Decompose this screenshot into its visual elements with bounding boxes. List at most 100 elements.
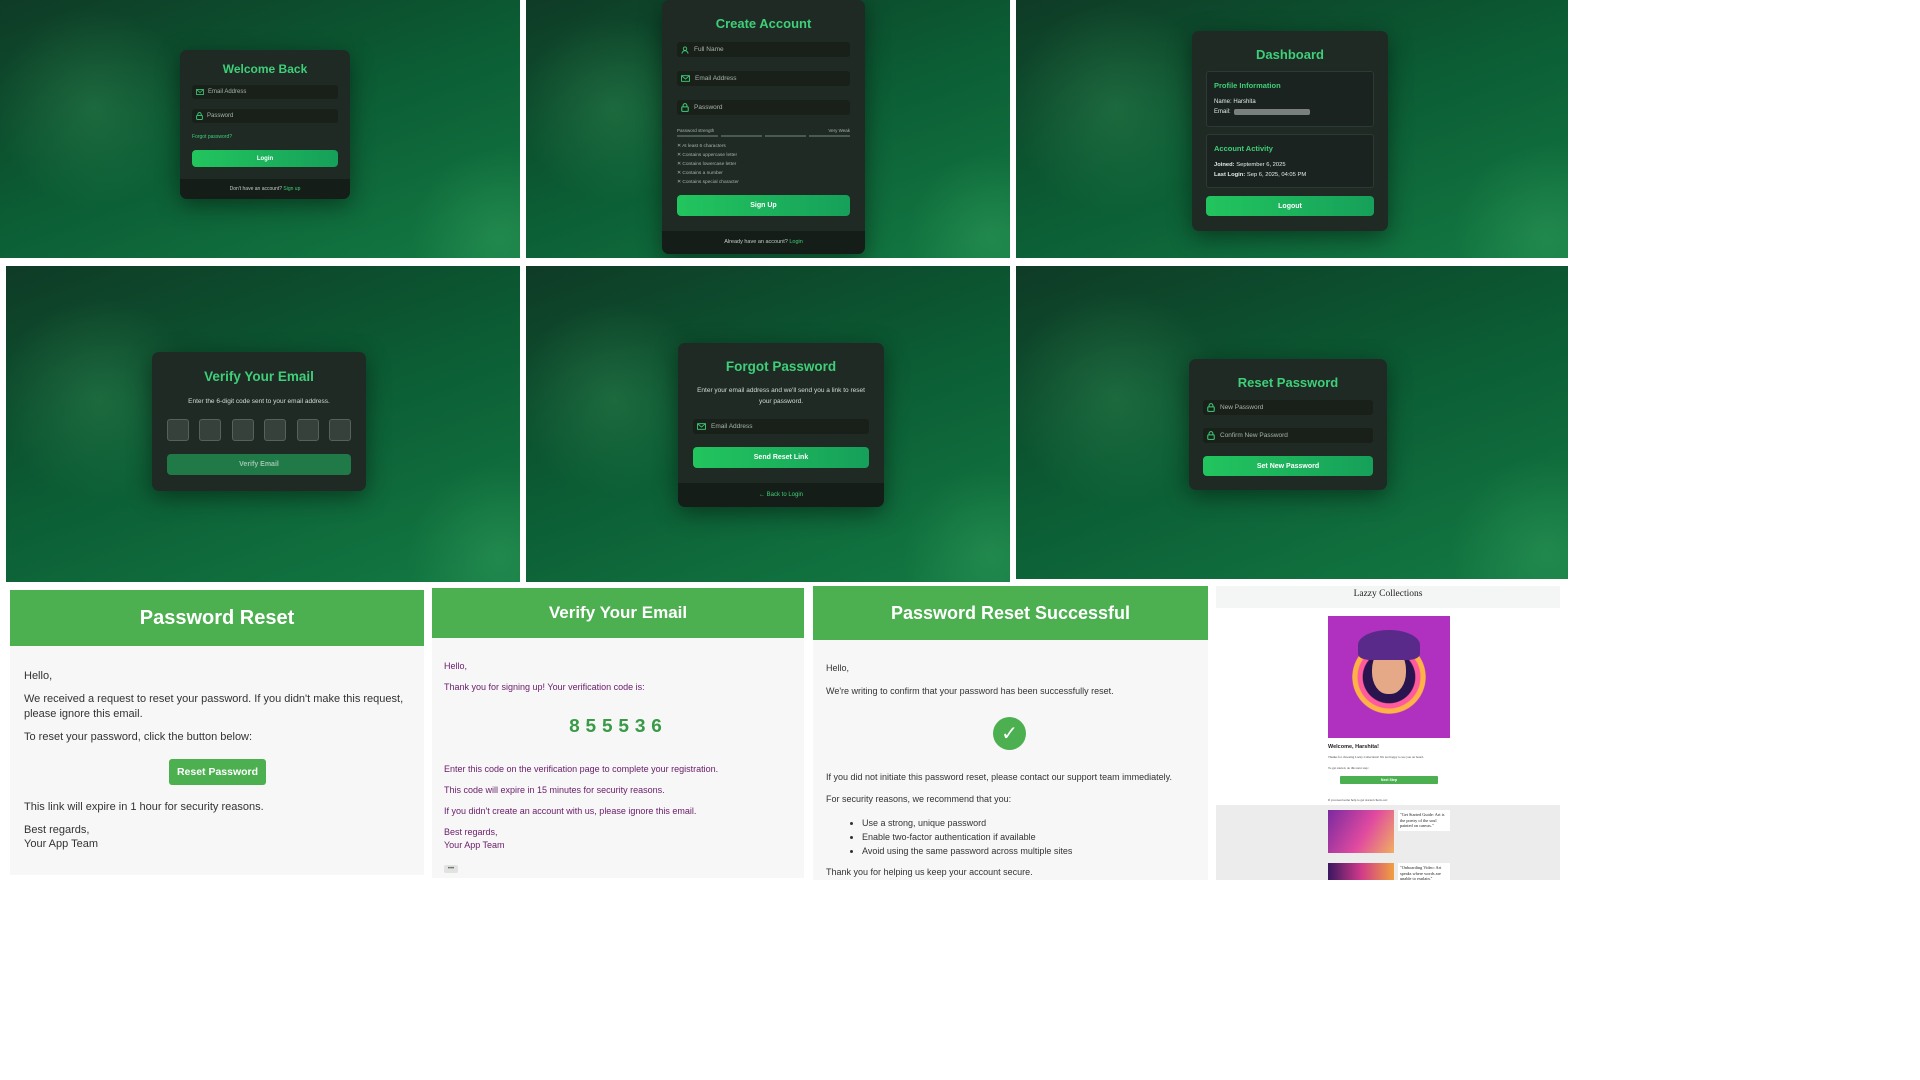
otp-digit-input[interactable] — [296, 419, 319, 441]
email-paragraph: For security reasons, we recommend that … — [826, 794, 1012, 804]
hero-artwork-image — [1328, 616, 1450, 738]
x-icon: ✕ — [677, 171, 682, 176]
strength-segment — [765, 135, 806, 137]
login-button[interactable]: Login — [192, 150, 338, 167]
email-greeting: Hello, — [444, 661, 468, 671]
password-reset-email: Password Reset Hello, We received a requ… — [10, 590, 424, 875]
forgot-password-link[interactable]: Forgot password? — [192, 134, 232, 140]
forgot-email-field[interactable]: Email Address — [693, 419, 869, 434]
strength-label: Password strength — [677, 128, 715, 133]
x-icon: ✕ — [677, 180, 682, 185]
video-thumbnail-image — [1328, 863, 1394, 880]
forgot-footer: ← Back to Login — [678, 483, 884, 507]
email-greeting: Hello, — [826, 663, 850, 673]
otp-digit-input[interactable] — [328, 419, 351, 441]
profile-email: Email: — [1214, 109, 1310, 115]
profile-section: Profile Information Name: Harshita Email… — [1206, 71, 1374, 127]
confirm-password-field[interactable]: Confirm New Password — [1203, 428, 1373, 443]
forgot-subtitle: Enter your email address and we'll send … — [697, 387, 865, 405]
tip-item: Avoid using the same password across mul… — [862, 844, 1072, 858]
portrait-hair — [1358, 630, 1420, 660]
newsletter-next: To get started, do this next step: — [1328, 766, 1369, 770]
lock-icon — [196, 112, 203, 120]
dashboard-screen: Dashboard Profile Information Name: Hars… — [1016, 0, 1568, 258]
forgot-screen: Forgot Password Enter your email address… — [526, 266, 1010, 582]
new-password-placeholder: New Password — [1220, 404, 1264, 411]
reset-success-email: Password Reset Successful Hello, We're w… — [813, 586, 1208, 880]
email-paragraph: We're writing to confirm that your passw… — [826, 686, 1114, 696]
x-icon: ✕ — [677, 162, 682, 167]
guide-quote[interactable]: "Get Started Guide: Art is the poetry of… — [1398, 810, 1450, 831]
signup-link[interactable]: Sign up — [283, 186, 300, 192]
otp-digit-input[interactable] — [264, 419, 287, 441]
tip-item: Enable two-factor authentication if avai… — [862, 830, 1072, 844]
email-paragraph: This code will expire in 15 minutes for … — [444, 785, 665, 795]
login-link[interactable]: Login — [789, 239, 802, 245]
signup-email-field[interactable]: Email Address — [677, 71, 850, 86]
redacted-email — [1233, 109, 1310, 115]
login-card: Welcome Back Email Address Password Forg… — [180, 50, 350, 199]
signup-footer: Already have an account? Login — [662, 231, 865, 254]
more-button[interactable]: ••• — [444, 865, 458, 873]
tip-item: Use a strong, unique password — [862, 816, 1072, 830]
fullname-placeholder: Full Name — [694, 46, 724, 53]
requirement-item: ✕ At least 6 characters — [677, 144, 726, 149]
signup-title: Create Account — [715, 16, 812, 31]
email-signoff: Your App Team — [444, 840, 505, 850]
requirement-item: ✕ Contains uppercase letter — [677, 153, 738, 158]
new-password-field[interactable]: New Password — [1203, 400, 1373, 415]
verify-email-button[interactable]: Verify Email — [167, 454, 351, 475]
set-new-password-button[interactable]: Set New Password — [1203, 456, 1373, 476]
requirement-item: ✕ Contains lowercase letter — [677, 162, 737, 167]
mail-icon — [697, 423, 706, 430]
otp-digit-input[interactable] — [167, 419, 189, 441]
login-title: Welcome Back — [222, 62, 308, 76]
verification-email: Verify Your Email Hello, Thank you for s… — [432, 588, 804, 878]
fullname-field[interactable]: Full Name — [677, 42, 850, 57]
login-email-placeholder: Email Address — [208, 89, 247, 95]
requirement-item: ✕ Contains a number — [677, 171, 723, 176]
email-paragraph: This link will expire in 1 hour for secu… — [24, 801, 264, 813]
signup-password-placeholder: Password — [694, 104, 723, 111]
email-header: Password Reset Successful — [813, 586, 1208, 640]
user-icon — [681, 46, 689, 54]
signup-card: Create Account Full Name Email Address P… — [662, 0, 865, 254]
send-reset-link-button[interactable]: Send Reset Link — [693, 447, 869, 468]
next-step-button[interactable]: Next Step — [1340, 776, 1438, 784]
login-email-field[interactable]: Email Address — [192, 85, 338, 99]
email-paragraph: Thank you for helping us keep your accou… — [826, 867, 1033, 877]
password-requirements: ✕ At least 6 characters ✕ Contains upper… — [677, 142, 739, 187]
reset-password-button[interactable]: Reset Password — [169, 759, 266, 785]
otp-inputs — [167, 419, 351, 441]
email-paragraph: To reset your password, click the button… — [24, 731, 253, 743]
joined-date: Joined: September 6, 2025 — [1214, 162, 1286, 168]
newsletter-brand: Lazzy Collections — [1216, 586, 1560, 608]
login-password-field[interactable]: Password — [192, 109, 338, 123]
x-icon: ✕ — [677, 144, 682, 149]
login-footer-text: Don't have an account? — [229, 186, 283, 192]
email-header: Password Reset — [10, 590, 424, 646]
lock-icon — [1207, 403, 1215, 412]
email-paragraph: If you did not initiate this password re… — [826, 772, 1173, 782]
email-header: Verify Your Email — [432, 588, 804, 638]
strength-segment — [677, 135, 718, 137]
verification-code: 855536 — [568, 716, 668, 738]
newsletter-intro: Thanks for choosing Lazzy Collections! W… — [1328, 755, 1424, 759]
mail-icon — [196, 89, 204, 95]
login-footer: Don't have an account? Sign up — [180, 179, 350, 199]
logout-button[interactable]: Logout — [1206, 196, 1374, 216]
dashboard-title: Dashboard — [1256, 47, 1324, 62]
login-screen: Welcome Back Email Address Password Forg… — [0, 0, 520, 258]
otp-digit-input[interactable] — [199, 419, 222, 441]
strength-meter — [677, 135, 850, 137]
forgot-title: Forgot Password — [725, 359, 837, 374]
back-to-login-link[interactable]: ← Back to Login — [759, 492, 803, 498]
video-quote[interactable]: "Onboarding Video: Art speaks where word… — [1398, 863, 1450, 880]
welcome-newsletter: Lazzy Collections Welcome, Harshita! Tha… — [1216, 586, 1560, 880]
newsletter-help: If you need some help to get started che… — [1328, 798, 1388, 802]
otp-digit-input[interactable] — [231, 419, 254, 441]
signup-button[interactable]: Sign Up — [677, 195, 850, 216]
requirement-item: ✕ Contains special character — [677, 180, 739, 185]
email-paragraph: Enter this code on the verification page… — [444, 764, 719, 774]
signup-password-field[interactable]: Password — [677, 100, 850, 115]
